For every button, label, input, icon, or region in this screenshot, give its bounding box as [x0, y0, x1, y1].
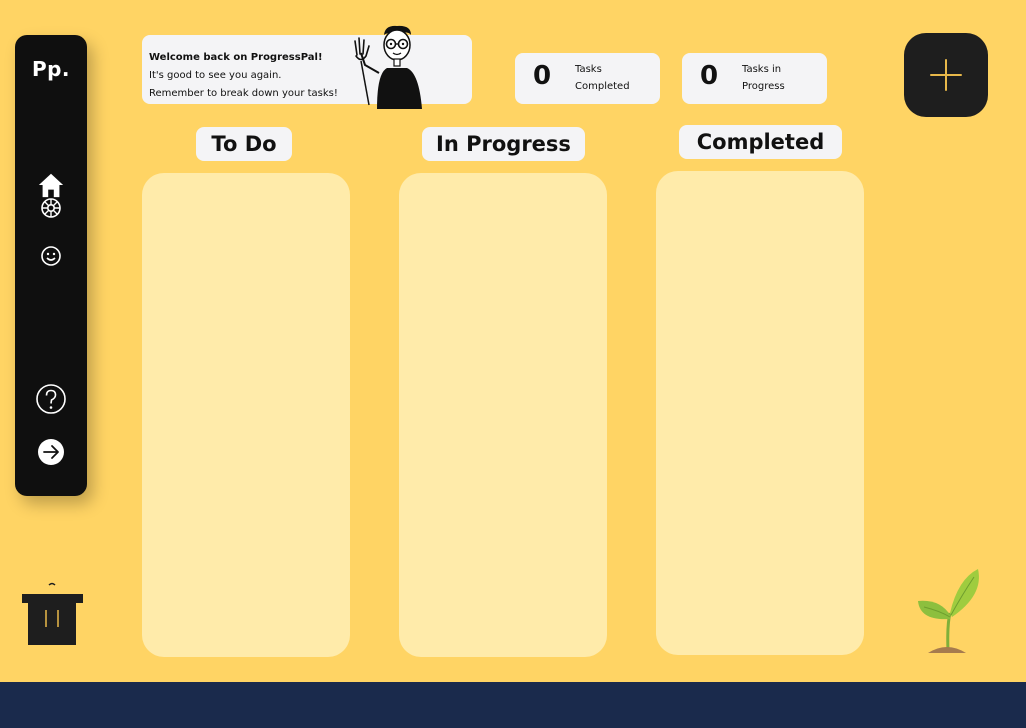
- tasks-completed-label: Tasks Completed: [575, 64, 630, 92]
- column-title-completed: Completed: [679, 125, 842, 159]
- plant-sprout-illustration: [910, 565, 984, 659]
- smiley-icon[interactable]: [37, 242, 65, 270]
- gear-icon[interactable]: [37, 194, 65, 222]
- column-title-in-progress: In Progress: [422, 127, 585, 161]
- logout-arrow-icon[interactable]: [37, 438, 65, 466]
- welcome-line-2: Remember to break down your tasks!: [149, 88, 338, 99]
- tasks-completed-card: 0 Tasks Completed: [515, 53, 660, 104]
- tasks-completed-count: 0: [533, 61, 552, 91]
- in-progress-column-dropzone[interactable]: [399, 173, 607, 657]
- sidebar: Pp.: [15, 35, 87, 496]
- welcome-card: Welcome back on ProgressPal! It's good t…: [142, 25, 472, 109]
- plus-icon: [930, 59, 962, 91]
- footer-bar: [0, 682, 1026, 728]
- column-title-todo: To Do: [196, 127, 292, 161]
- trash-icon[interactable]: [20, 582, 84, 650]
- completed-column-dropzone[interactable]: [656, 171, 864, 655]
- tasks-in-progress-count: 0: [700, 61, 719, 91]
- waving-mascot-illustration: [347, 21, 437, 113]
- tasks-in-progress-card: 0 Tasks in Progress: [682, 53, 827, 104]
- todo-column-dropzone[interactable]: [142, 173, 350, 657]
- app-logo[interactable]: Pp.: [15, 57, 87, 81]
- help-icon[interactable]: [35, 383, 67, 415]
- welcome-title: Welcome back on ProgressPal!: [149, 52, 323, 63]
- add-task-button[interactable]: [904, 33, 988, 117]
- welcome-line-1: It's good to see you again.: [149, 70, 282, 81]
- tasks-in-progress-label: Tasks in Progress: [742, 64, 785, 92]
